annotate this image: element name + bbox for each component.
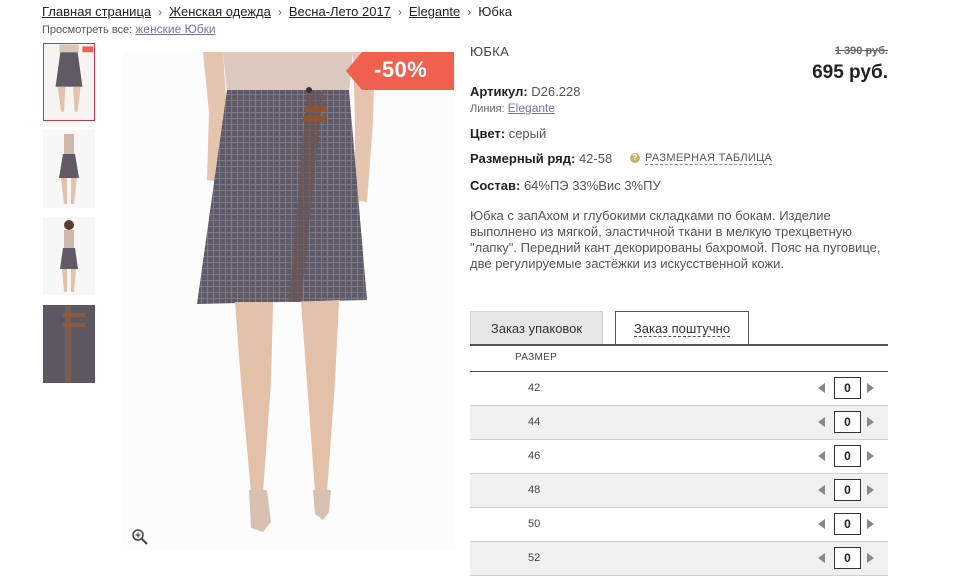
size-value: 44: [528, 416, 541, 428]
quantity-input[interactable]: 0: [834, 479, 861, 501]
composition-value: 64%ПЭ 33%Вис 3%ПУ: [523, 178, 661, 193]
table-row: 52 0: [470, 542, 888, 576]
quantity-input[interactable]: 0: [834, 547, 861, 569]
table-row: 48 0: [470, 474, 888, 508]
decrement-arrow-icon[interactable]: [818, 485, 825, 495]
breadcrumb-separator: ›: [158, 5, 163, 19]
composition-label: Состав:: [470, 178, 521, 193]
line-label: Линия:: [470, 103, 505, 115]
quantity-stepper: 0: [815, 478, 885, 502]
decrement-arrow-icon[interactable]: [818, 383, 825, 393]
size-value: 52: [528, 552, 541, 564]
breadcrumb-separator: ›: [467, 5, 472, 19]
view-all: Просмотреть все: женские Юбки: [42, 22, 216, 36]
breadcrumb-elegante[interactable]: Elegante: [409, 4, 460, 19]
breadcrumb-separator: ›: [397, 5, 402, 19]
thumbnail-model-2[interactable]: [43, 217, 95, 295]
color-value: серый: [508, 126, 547, 141]
quantity-stepper: 0: [815, 444, 885, 468]
quantity-stepper: 0: [815, 376, 885, 400]
size-table-link[interactable]: ? РАЗМЕРНАЯ ТАБЛИЦА: [630, 152, 773, 165]
decrement-arrow-icon[interactable]: [818, 417, 825, 427]
zoom-icon[interactable]: [131, 528, 149, 546]
article-label: Артикул:: [470, 84, 528, 99]
size-range-label: Размерный ряд:: [470, 151, 576, 166]
size-column-header: РАЗМЕР: [515, 352, 558, 363]
main-product-image[interactable]: [123, 52, 455, 550]
size-value: 42: [528, 382, 541, 394]
table-row: 42 0: [470, 372, 888, 406]
increment-arrow-icon[interactable]: [867, 451, 874, 461]
thumbnail-model-1[interactable]: [43, 130, 95, 208]
increment-arrow-icon[interactable]: [867, 417, 874, 427]
tab-package-order-label: Заказ упаковок: [490, 321, 583, 336]
tab-piece-order-label: Заказ поштучно: [633, 321, 731, 337]
size-range-row: Размерный ряд: 42-58: [470, 151, 612, 166]
question-icon: ?: [630, 153, 640, 163]
view-all-label: Просмотреть все:: [42, 24, 133, 36]
increment-arrow-icon[interactable]: [867, 485, 874, 495]
line-row: Линия: Elegante: [470, 101, 555, 115]
size-range-value: 42-58: [578, 151, 613, 166]
tab-package-order[interactable]: Заказ упаковок: [470, 311, 603, 344]
table-row: 44 0: [470, 406, 888, 440]
quantity-stepper: 0: [815, 546, 885, 570]
breadcrumb-separator: ›: [277, 5, 282, 19]
quantity-input[interactable]: 0: [834, 377, 861, 399]
decrement-arrow-icon[interactable]: [818, 519, 825, 529]
breadcrumb-spring-summer[interactable]: Весна-Лето 2017: [289, 4, 391, 19]
color-row: Цвет: серый: [470, 126, 546, 141]
breadcrumb: Главная страница › Женская одежда › Весна-Ле…: [42, 4, 512, 19]
article-value: D26.228: [531, 84, 581, 99]
color-label: Цвет:: [470, 126, 506, 141]
tab-piece-order[interactable]: Заказ поштучно: [615, 311, 749, 344]
quantity-input[interactable]: 0: [834, 445, 861, 467]
quantity-input[interactable]: 0: [834, 513, 861, 535]
thumbnail-skirt-front[interactable]: [43, 43, 95, 121]
discount-label: -50%: [374, 57, 428, 82]
line-link[interactable]: Elegante: [508, 101, 555, 115]
tab-divider: [470, 344, 888, 346]
quantity-stepper: 0: [815, 512, 885, 536]
thumbnail-fabric-detail[interactable]: [43, 305, 95, 383]
decrement-arrow-icon[interactable]: [818, 451, 825, 461]
price: 695 руб.: [812, 62, 888, 83]
breadcrumb-current: Юбка: [478, 4, 513, 19]
breadcrumb-home[interactable]: Главная страница: [42, 4, 151, 19]
size-value: 48: [528, 484, 541, 496]
increment-arrow-icon[interactable]: [867, 553, 874, 563]
decrement-arrow-icon[interactable]: [818, 553, 825, 563]
quantity-stepper: 0: [815, 410, 885, 434]
discount-badge: -50%: [346, 52, 454, 90]
size-value: 46: [528, 450, 541, 462]
increment-arrow-icon[interactable]: [867, 519, 874, 529]
product-description: Юбка с запАхом и глубокими складками по …: [470, 208, 881, 271]
table-row: 46 0: [470, 440, 888, 474]
size-value: 50: [528, 518, 541, 530]
increment-arrow-icon[interactable]: [867, 383, 874, 393]
view-all-link[interactable]: женские Юбки: [135, 22, 215, 36]
article-row: Артикул: D26.228: [470, 84, 580, 99]
breadcrumb-womens-clothing[interactable]: Женская одежда: [169, 4, 271, 19]
composition-row: Состав: 64%ПЭ 33%Вис 3%ПУ: [470, 178, 661, 193]
size-table-label: РАЗМЕРНАЯ ТАБЛИЦА: [645, 152, 773, 165]
old-price: 1 390 руб.: [834, 45, 888, 57]
table-row: 50 0: [470, 508, 888, 542]
quantity-input[interactable]: 0: [834, 411, 861, 433]
product-title: ЮБКА: [470, 44, 510, 59]
